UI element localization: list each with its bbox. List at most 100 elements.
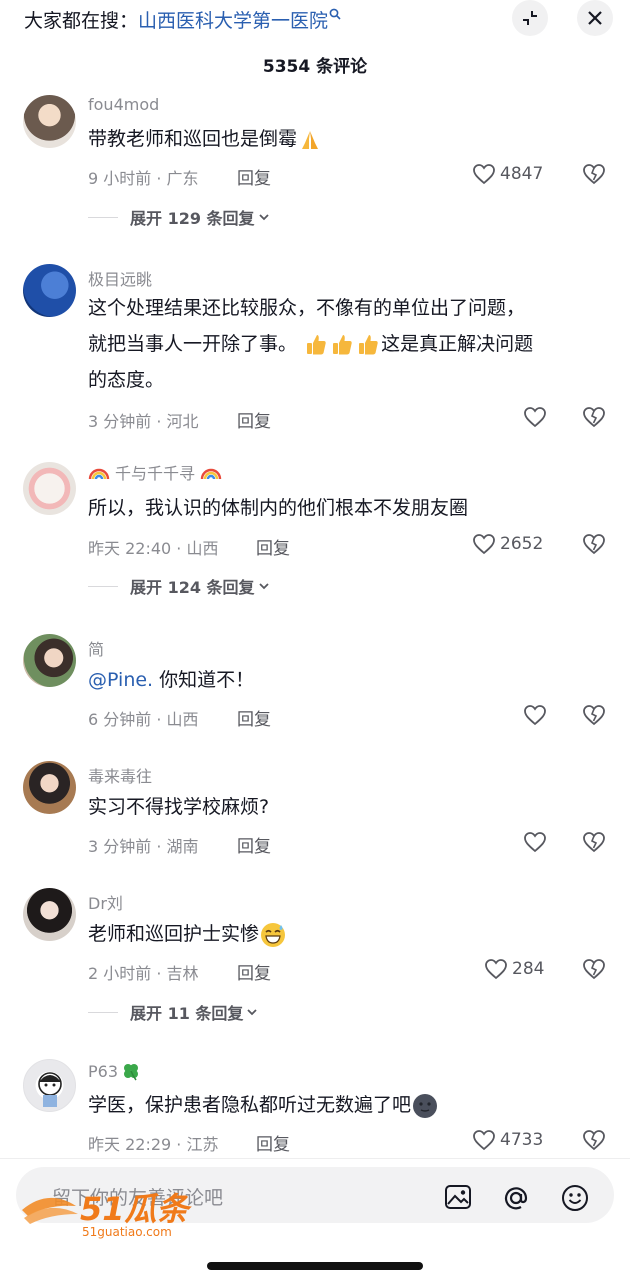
dislike-button[interactable]: [582, 533, 606, 559]
like-button[interactable]: 4733: [472, 1129, 543, 1151]
comment-meta: 2 小时前 · 吉林: [88, 964, 199, 983]
comment-username[interactable]: fou4mod: [88, 95, 159, 114]
comment-username[interactable]: 简: [88, 636, 104, 660]
heart-icon: [524, 832, 546, 853]
search-suggestion[interactable]: 大家都在搜：山西医科大学第一医院: [24, 6, 341, 33]
search-suggestion-keyword[interactable]: 山西医科大学第一医院: [138, 10, 328, 32]
dislike-button[interactable]: [582, 704, 606, 730]
top-bar: 大家都在搜：山西医科大学第一医院: [0, 0, 630, 40]
chevron-down-icon: [258, 583, 269, 590]
comment-text-body: 带教老师和巡回也是倒霉: [88, 128, 298, 150]
close-icon: [588, 11, 602, 25]
dislike-icon: [583, 534, 605, 555]
comment-text: 这个处理结果还比较服众，不像有的单位出了问题， 就把当事人一开除了事。 这是真正…: [88, 290, 608, 398]
like-count: 4847: [500, 164, 544, 184]
comment-text-line: 的态度。: [88, 369, 165, 391]
comment-text-line: 就把当事人一开除了事。: [88, 333, 298, 355]
reply-button[interactable]: 回复: [237, 705, 271, 730]
avatar[interactable]: [23, 634, 76, 687]
rainbow-emoji-icon: [200, 468, 222, 480]
expand-replies-label: 展开 11 条回复: [130, 1004, 244, 1023]
comment-text: 学医，保护患者隐私都听过无数遍了吧: [88, 1087, 608, 1123]
comment-username[interactable]: 极目远眺: [88, 266, 152, 290]
reply-button[interactable]: 回复: [237, 832, 271, 857]
heart-icon: [524, 407, 546, 428]
dislike-button[interactable]: [582, 406, 606, 432]
emoji-button[interactable]: [561, 1184, 589, 1216]
avatar[interactable]: [23, 264, 76, 317]
comment-username[interactable]: 千与千千寻: [88, 460, 222, 484]
like-button[interactable]: [523, 704, 547, 726]
comment-text: 带教老师和巡回也是倒霉: [88, 121, 608, 157]
expand-replies[interactable]: 展开 11 条回复: [88, 1000, 259, 1024]
comment-meta: 3 分钟前 · 湖南: [88, 837, 199, 856]
avatar[interactable]: [23, 888, 76, 941]
comment-username[interactable]: P63: [88, 1061, 141, 1081]
expand-replies-label: 展开 124 条回复: [130, 578, 255, 597]
comment-text-body: 学医，保护患者隐私都听过无数遍了吧: [88, 1094, 412, 1116]
dislike-button[interactable]: [582, 958, 606, 984]
comment-username[interactable]: 毒来毒往: [88, 763, 152, 787]
avatar[interactable]: [23, 95, 76, 148]
grin-sweat-emoji-icon: [261, 922, 286, 947]
like-button[interactable]: [523, 406, 547, 428]
home-indicator: [207, 1262, 423, 1270]
reply-button[interactable]: 回复: [237, 959, 271, 984]
heart-icon: [473, 1130, 495, 1151]
dislike-button[interactable]: [582, 831, 606, 857]
reply-button[interactable]: 回复: [237, 407, 271, 432]
like-button[interactable]: 4847: [472, 163, 543, 185]
comment-text: 实习不得找学校麻烦?: [88, 796, 270, 818]
like-button[interactable]: 2652: [472, 533, 543, 555]
avatar[interactable]: [23, 761, 76, 814]
search-icon: [329, 8, 341, 20]
reply-button[interactable]: 回复: [256, 1130, 290, 1155]
mention-button[interactable]: [502, 1184, 530, 1216]
like-button[interactable]: 284: [484, 958, 544, 980]
like-count: 2652: [500, 534, 544, 554]
comment-meta: 3 分钟前 · 河北: [88, 412, 199, 431]
avatar-cartoon-face: [38, 1072, 62, 1107]
heart-icon: [473, 534, 495, 555]
expand-replies[interactable]: 展开 129 条回复: [88, 205, 271, 229]
clover-emoji-icon: [124, 1064, 139, 1081]
heart-icon: [524, 705, 546, 726]
comment-username-text: 千与千千寻: [115, 464, 196, 483]
avatar[interactable]: [23, 462, 76, 515]
chevron-down-icon: [258, 214, 269, 221]
thumbs-up-emoji-icon: [359, 334, 378, 354]
avatar[interactable]: [23, 1059, 76, 1112]
like-button[interactable]: [523, 831, 547, 853]
watermark-brand: 51瓜条: [80, 1190, 193, 1228]
divider: [88, 216, 118, 218]
comment-text-line: 这个处理结果还比较服众，不像有的单位出了问题，: [88, 297, 526, 319]
dislike-icon: [583, 959, 605, 980]
thumbs-up-emoji-icon: [333, 334, 352, 354]
comment-text: 老师和巡回护士实惨: [88, 916, 608, 952]
collapse-button[interactable]: [512, 0, 548, 36]
comment-text-body: 老师和巡回护士实惨: [88, 923, 260, 945]
dislike-button[interactable]: [582, 1129, 606, 1155]
comment-count-title: 5354 条评论: [262, 57, 368, 77]
image-icon: [445, 1185, 471, 1209]
comment-text: 所以，我认识的体制内的他们根本不发朋友圈: [88, 497, 469, 519]
comment-username[interactable]: Dr刘: [88, 890, 123, 914]
mention-link[interactable]: @Pine.: [88, 669, 153, 691]
dislike-icon: [583, 832, 605, 853]
reply-button[interactable]: 回复: [256, 534, 290, 559]
watermark-logo: 51瓜条 51guatiao.com: [22, 1190, 193, 1239]
reply-button[interactable]: 回复: [237, 164, 271, 189]
dislike-button[interactable]: [582, 163, 606, 189]
search-suggestion-prefix: 大家都在搜：: [24, 10, 139, 32]
comment-text-body: 你知道不！: [153, 669, 255, 691]
comment-text: @Pine. 你知道不！: [88, 662, 608, 698]
heart-icon: [485, 959, 507, 980]
rainbow-emoji-icon: [88, 468, 110, 480]
emoji-icon: [562, 1185, 588, 1211]
watermark-domain: 51guatiao.com: [82, 1225, 172, 1239]
at-icon: [504, 1187, 528, 1210]
expand-replies[interactable]: 展开 124 条回复: [88, 574, 271, 598]
divider: [88, 585, 118, 587]
image-button[interactable]: [444, 1184, 472, 1214]
close-button[interactable]: [577, 0, 613, 36]
